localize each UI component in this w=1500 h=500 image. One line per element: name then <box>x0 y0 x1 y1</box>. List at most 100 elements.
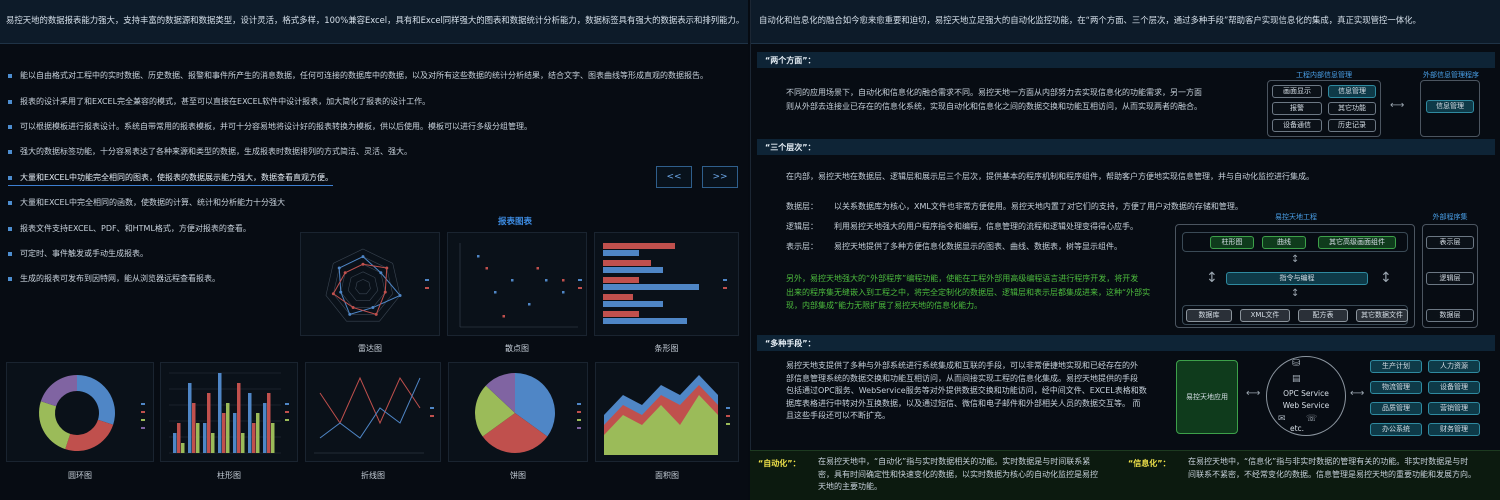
legend-swatch <box>141 419 145 421</box>
pill-item: 配方表 <box>1298 309 1348 322</box>
diagram-title: 外部信息管理程序 <box>1423 71 1479 79</box>
line-series <box>319 376 421 425</box>
updown-arrow-icon: ↕ <box>1206 270 1218 286</box>
bar <box>603 267 663 273</box>
pill-item: 人力资源 <box>1428 360 1480 373</box>
list-item-text: 可定时、事件触发或手动生成报表。 <box>20 249 148 258</box>
bullet-icon <box>8 73 12 78</box>
pill-item: 其它数据文件 <box>1356 309 1408 322</box>
prev-button[interactable]: << <box>656 166 692 188</box>
radar-point <box>385 266 389 270</box>
list-item: 生成的报表可发布到因特网，能从浏览器远程查看报表。 <box>8 273 220 284</box>
area-chart <box>595 362 739 462</box>
envelope-icon: ✉ <box>1278 414 1286 424</box>
pill-item: 数据库 <box>1186 309 1232 322</box>
legend-swatch <box>723 279 727 281</box>
bar <box>603 243 675 249</box>
column-bar <box>181 443 185 453</box>
radar-point <box>383 290 387 294</box>
bar <box>603 260 651 266</box>
scatter-chart-svg <box>459 243 582 328</box>
bar <box>603 311 639 317</box>
pill-item: 表示层 <box>1426 236 1474 249</box>
pill-item: 财务管理 <box>1428 423 1480 436</box>
layer-desc: 利用易控天地强大的用户程序指令和编程，信息管理的流程和逻辑处理变得得心应手。 <box>834 222 1138 231</box>
scatter-point <box>494 291 497 294</box>
scatter-point <box>477 255 480 258</box>
line-chart-svg <box>314 376 434 454</box>
next-button[interactable]: >> <box>702 166 738 188</box>
list-item-active[interactable]: 大量和EXCEL中功能完全相同的图表，使报表的数据展示能力强大，数据查看直观方便… <box>8 172 334 186</box>
chart-caption: 条形图 <box>654 344 679 353</box>
section-title-two-aspects: “两个方面”： <box>757 52 1495 68</box>
column-bar <box>196 423 200 453</box>
pill-item: 信息管理 <box>1328 85 1376 98</box>
service-label: OPC Service <box>1283 389 1329 398</box>
text-line: 则从外部去连接业已存在的信息化系统，实现自动化和信息化之间的数据交换和功能互相访… <box>786 101 1202 111</box>
radar-point <box>348 312 352 316</box>
column-bar <box>237 383 241 453</box>
chart-caption: 雷达图 <box>358 344 382 353</box>
legend-swatch <box>577 411 581 413</box>
list-item: 强大的数据标签功能，十分容易表达了各种来源和类型的数据，生成报表时数据排列的方式… <box>8 146 412 157</box>
radar-point <box>361 262 365 266</box>
external-program-note: 另外，易控天地强大的“外部程序”编程功能，使能在工程外部用高级编程语言进行程序开… <box>786 272 1176 313</box>
column-bar <box>222 413 226 453</box>
bullet-icon <box>8 149 12 154</box>
layer-desc: 易控天地提供了多种方便信息化数据显示的图表、曲线、数据表，树等显示组件。 <box>834 242 1122 251</box>
legend-swatch <box>577 427 581 429</box>
legend-swatch <box>285 419 289 421</box>
list-item-text: 能以自由格式对工程中的实时数据、历史数据、报警和事件所产生的消息数据，任何可连接… <box>20 71 708 80</box>
legend-swatch <box>577 419 581 421</box>
text-line: 在易控天地中，“自动化”指与实时数据相关的功能。实时数据是与时间联系紧 <box>818 457 1091 466</box>
pill-item: 品质管理 <box>1370 402 1422 415</box>
donut-slice <box>65 419 114 451</box>
section-text: 易控天地支提供了多种与外部系统进行系统集成和互联的手段，可以非常便捷地实现和已经… <box>786 360 1166 423</box>
pill-item: 信息管理 <box>1426 100 1474 113</box>
app-block: 易控天地应用 <box>1176 360 1238 434</box>
hbar-chart <box>594 232 739 336</box>
scatter-point <box>502 315 505 318</box>
radar-point <box>379 271 383 275</box>
text-line: 易控天地支提供了多种与外部系统进行系统集成和互联的手段，可以非常便捷地实现和已经… <box>786 361 1138 370</box>
legend-swatch <box>285 411 289 413</box>
chart-caption: 面积图 <box>655 471 679 480</box>
text-line: 包括通过OPC服务、WebService服务等对外提供数据交换和功能访问，经中间… <box>786 386 1147 395</box>
pill-item: 柱形图 <box>1210 236 1254 249</box>
text-line: 不同的应用场景下，自动化和信息化的融合需求不同。易控天地一方面从内部努力去实现信… <box>786 88 1202 97</box>
list-item-text: 生成的报表可发布到因特网，能从浏览器远程查看报表。 <box>20 274 220 283</box>
radar-point <box>343 271 347 275</box>
updown-arrow-icon: ↕ <box>1380 270 1392 286</box>
radar-point <box>339 290 343 294</box>
list-item-text: 大量和EXCEL中完全相同的函数，使数据的计算、统计和分析能力十分强大 <box>20 198 286 207</box>
pill-item: 报警 <box>1272 102 1322 115</box>
radar-point <box>361 255 365 259</box>
bar <box>603 301 663 307</box>
pill-item: 物流管理 <box>1370 381 1422 394</box>
scatter-chart <box>447 232 587 336</box>
text-line: 出来的程序集无缝嵌入到工程之中，将完全定制化的数据层、逻辑层和表示层都集成进来，… <box>786 287 1151 297</box>
text-line: 间联系不紧密，不经常变化的数据。信息管理是易控天地的重要功能和发展方向。 <box>1188 469 1476 479</box>
layer-row: 逻辑层： 利用易控天地强大的用户程序指令和编程，信息管理的流程和逻辑处理变得得心应… <box>786 221 1138 232</box>
pill-item: 画面显示 <box>1272 85 1322 98</box>
radar-point <box>337 266 341 270</box>
list-item-text: 可以根据模板进行报表设计。系统自带常用的报表模板，并可十分容易地将设计好的报表转… <box>20 122 532 131</box>
list-item: 报表文件支持EXCEL、PDF、和HTML格式，方便对报表的查看。 <box>8 223 251 234</box>
text-line: 密，具有时间确定性和快速变化的数据，以实时数据为核心的自动化监控是易控 <box>818 469 1098 479</box>
list-item-text: 大量和EXCEL中功能完全相同的图表，使报表的数据展示能力强大，数据查看直观方便… <box>20 173 334 182</box>
pill-item: 设备通信 <box>1272 119 1322 132</box>
column-bar <box>173 433 177 453</box>
scatter-point <box>545 279 548 282</box>
radar-point <box>331 292 335 296</box>
radar-point <box>371 306 375 310</box>
pill-item: 其它功能 <box>1328 102 1376 115</box>
chart-caption: 柱形图 <box>217 471 241 480</box>
chart-caption: 饼图 <box>510 471 526 480</box>
legend-swatch <box>578 279 582 281</box>
left-banner: 易控天地的数据报表能力强大，支持丰富的数据源和数据类型，设计灵活，格式多样，10… <box>0 0 748 44</box>
legend-swatch <box>577 403 581 405</box>
chat-icon: ☏ <box>1306 414 1318 424</box>
radar-grid <box>355 279 371 295</box>
bar <box>603 277 639 283</box>
list-item: 可以根据模板进行报表设计。系统自带常用的报表模板，并可十分容易地将设计好的报表转… <box>8 121 532 132</box>
